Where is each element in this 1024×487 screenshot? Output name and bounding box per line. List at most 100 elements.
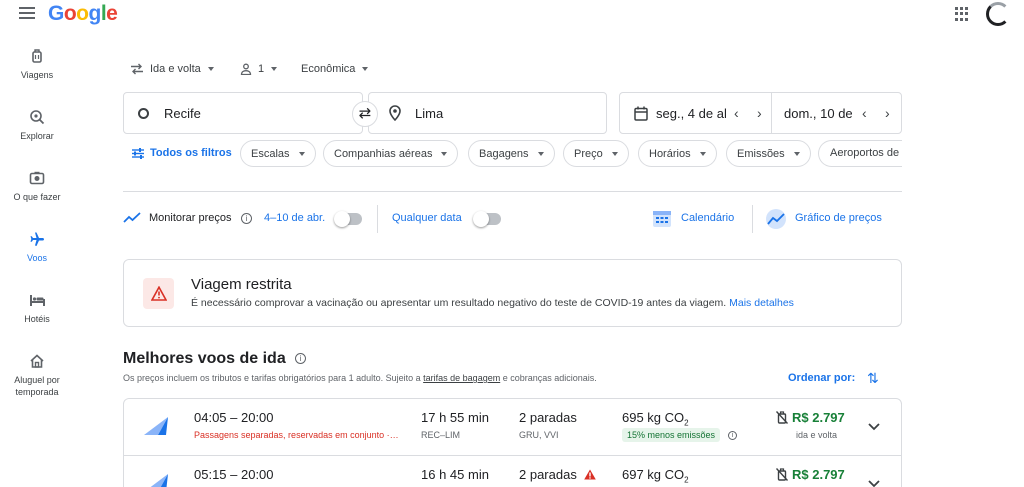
co2-value: 697 kg CO [622, 467, 685, 482]
depart-next-icon[interactable]: › [757, 105, 762, 121]
chip-preco[interactable]: Preço [563, 140, 629, 167]
chevron-down-icon [699, 151, 706, 156]
chip-aeroportos[interactable]: Aeroportos de [818, 140, 902, 167]
price-value: R$ 2.797 [792, 467, 845, 482]
origin-circle-icon [138, 108, 149, 119]
chip-bagagens[interactable]: Bagagens [468, 140, 555, 167]
sort-by-button[interactable]: Ordenar por: [788, 372, 855, 384]
info-icon[interactable]: i [241, 213, 252, 224]
trip-type-value: Ida e volta [150, 63, 201, 75]
sidebar-item-explorar[interactable]: Explorar [0, 109, 74, 142]
return-next-icon[interactable]: › [885, 105, 890, 121]
more-details-link[interactable]: Mais detalhes [729, 297, 794, 309]
cabin-select[interactable]: Econômica [301, 63, 369, 75]
date-range-field: seg., 4 de ab ‹ › dom., 10 de a ‹ › [619, 92, 902, 134]
bed-icon [30, 295, 45, 306]
calendar-label: Calendário [681, 212, 735, 224]
sidebar-item-label: Aluguel por temporada [14, 375, 60, 397]
top-bar: Google [0, 0, 1024, 28]
flight-stops: 2 paradas [519, 410, 577, 425]
camera-icon [29, 171, 45, 185]
restriction-body: É necessário comprovar a vacinação ou ap… [191, 297, 727, 309]
depart-prev-icon[interactable]: ‹ [734, 105, 739, 121]
chevron-down-icon [271, 67, 278, 71]
info-icon[interactable]: i [728, 431, 737, 440]
warning-triangle-icon [584, 469, 597, 480]
sidebar-item-voos[interactable]: Voos [0, 231, 74, 264]
flight-duration: 16 h 45 min [421, 467, 489, 482]
chevron-down-icon [207, 67, 214, 71]
results-title: Melhores voos de ida i [123, 350, 307, 368]
sidebar-item-label: Explorar [20, 131, 54, 141]
separate-tickets-note: Passagens separadas, reservadas em conju… [194, 430, 399, 440]
explore-icon [30, 110, 45, 125]
house-icon [30, 354, 44, 368]
flight-price: R$ 2.797 [776, 467, 845, 482]
chevron-down-icon[interactable] [866, 475, 882, 487]
menu-icon[interactable] [19, 7, 35, 19]
flight-duration: 17 h 55 min [421, 410, 489, 425]
co2-value: 695 kg CO [622, 410, 685, 425]
flight-row[interactable]: 04:05 – 20:00 Passagens separadas, reser… [124, 399, 901, 455]
trip-type-select[interactable]: Ida e volta [130, 63, 214, 75]
co2-emissions: 695 kg CO2 [622, 410, 689, 428]
sidebar-item-aluguel[interactable]: Aluguel por temporada [0, 353, 74, 398]
sidebar-item-hoteis[interactable]: Hotéis [0, 292, 74, 325]
apps-grid-icon[interactable] [955, 7, 969, 21]
monitor-dates-toggle[interactable] [334, 211, 362, 227]
sidebar-item-label: Voos [26, 253, 48, 263]
flight-route: REC–LIM [421, 430, 461, 440]
destination-field[interactable]: Lima [368, 92, 607, 134]
any-date-label: Qualquer data [392, 212, 462, 224]
depart-date-value[interactable]: seg., 4 de ab [656, 106, 726, 121]
destination-value: Lima [415, 106, 444, 121]
restriction-title: Viagem restrita [191, 276, 292, 293]
chevron-down-icon [611, 151, 618, 156]
stop-airports: GRU, VVI [519, 430, 559, 440]
flight-times: 04:05 – 20:00 [194, 410, 274, 425]
chip-companhias[interactable]: Companhias aéreas [323, 140, 459, 167]
person-icon [240, 63, 252, 75]
emissions-badge: 15% menos emissões [622, 428, 721, 442]
no-luggage-icon [776, 411, 788, 424]
price-value: R$ 2.797 [792, 410, 845, 425]
flight-row[interactable]: 05:15 – 20:00 16 h 45 min 2 paradas 697 … [124, 455, 901, 487]
chip-escalas[interactable]: Escalas [240, 140, 316, 167]
stops-value: 2 paradas [519, 467, 577, 482]
swap-arrows-icon [131, 63, 143, 75]
passengers-value: 1 [258, 63, 265, 75]
restriction-text: É necessário comprovar a vacinação ou ap… [191, 297, 794, 309]
luggage-icon [32, 49, 42, 63]
return-prev-icon[interactable]: ‹ [862, 105, 867, 121]
chevron-down-icon[interactable] [866, 418, 882, 434]
sidebar-item-viagens[interactable]: Viagens [0, 48, 74, 81]
calendar-grid-icon [653, 211, 671, 227]
chip-label: Preço [574, 147, 603, 160]
chevron-down-icon [793, 151, 800, 156]
flight-times: 05:15 – 20:00 [194, 467, 274, 482]
info-icon[interactable]: i [295, 353, 307, 365]
warning-triangle-icon [151, 286, 167, 301]
sidebar-item-o-que-fazer[interactable]: O que fazer [0, 170, 74, 203]
vertical-divider [377, 205, 378, 233]
travel-restriction-card: Viagem restrita É necessário comprovar a… [123, 259, 902, 327]
any-date-toggle[interactable] [473, 211, 501, 227]
avatar[interactable] [986, 2, 1010, 26]
warning-badge [143, 278, 174, 309]
all-filters-button[interactable]: Todos os filtros [132, 147, 232, 159]
sort-arrows-icon[interactable]: ⇅ [867, 370, 879, 387]
airline-logo-icon [144, 417, 168, 435]
chip-emissoes[interactable]: Emissões [726, 140, 811, 167]
calendar-icon [634, 106, 648, 121]
swap-origin-destination-button[interactable]: ⇄ [352, 101, 378, 127]
chip-horarios[interactable]: Horários [638, 140, 717, 167]
baggage-fees-link[interactable]: tarifas de bagagem [423, 373, 500, 383]
date-divider [771, 93, 772, 133]
passengers-select[interactable]: 1 [240, 63, 278, 75]
return-date-value[interactable]: dom., 10 de a [784, 106, 854, 121]
filter-sliders-icon [132, 147, 144, 159]
google-logo[interactable]: Google [48, 2, 118, 26]
airline-logo-icon [150, 474, 168, 487]
origin-field[interactable]: Recife [123, 92, 363, 134]
chip-label: Escalas [251, 147, 290, 160]
